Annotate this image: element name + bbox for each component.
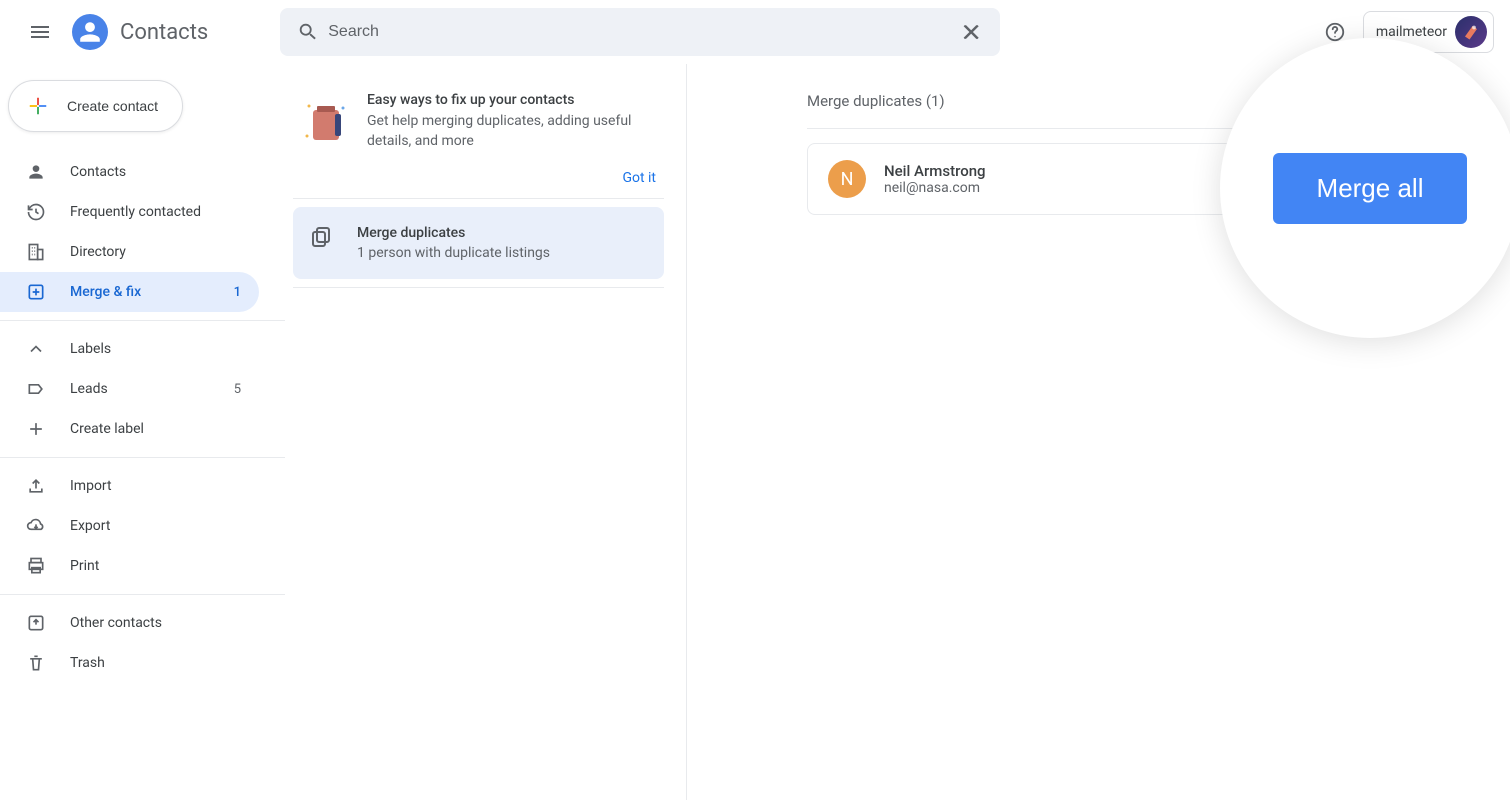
- sidebar-label: Print: [70, 558, 99, 574]
- create-contact-label: Create contact: [67, 98, 158, 114]
- sidebar-item-frequently[interactable]: Frequently contacted: [0, 192, 259, 232]
- search-input[interactable]: [328, 23, 952, 41]
- suggestion-subtitle: Get help merging duplicates, adding usef…: [367, 112, 656, 151]
- sidebar-label: Export: [70, 518, 110, 534]
- search-icon: [288, 12, 328, 52]
- sidebar-label: Trash: [70, 655, 105, 671]
- search-clear-button[interactable]: [952, 12, 992, 52]
- print-icon: [26, 556, 46, 576]
- sidebar-label: Import: [70, 478, 112, 494]
- sidebar-item-export[interactable]: Export: [0, 506, 259, 546]
- sidebar-label: Directory: [70, 244, 126, 260]
- magnified-highlight: Merge all: [1220, 38, 1510, 338]
- search-bar[interactable]: [280, 8, 1000, 56]
- cloud-download-icon: [26, 516, 46, 536]
- sidebar: Create contact Contacts Frequently conta…: [0, 64, 285, 800]
- sidebar-item-trash[interactable]: Trash: [0, 643, 259, 683]
- suggestion-illustration: [301, 98, 349, 146]
- merge-card-subtitle: 1 person with duplicate listings: [357, 245, 550, 261]
- sidebar-item-other-contacts[interactable]: Other contacts: [0, 603, 259, 643]
- building-icon: [26, 242, 46, 262]
- suggestions-column: Easy ways to fix up your contacts Get he…: [285, 64, 687, 800]
- sidebar-labels-header[interactable]: Labels: [0, 329, 259, 369]
- upload-icon: [26, 476, 46, 496]
- chevron-up-icon: [26, 339, 46, 359]
- hamburger-icon: [28, 20, 52, 44]
- main-menu-button[interactable]: [16, 8, 64, 56]
- merge-all-button[interactable]: Merge all: [1273, 153, 1468, 224]
- plus-icon: [27, 95, 49, 117]
- plus-small-icon: [26, 419, 46, 439]
- sidebar-item-print[interactable]: Print: [0, 546, 259, 586]
- suggestion-banner: Easy ways to fix up your contacts Get he…: [293, 80, 664, 199]
- person-icon: [26, 162, 46, 182]
- sidebar-label: Leads: [70, 381, 108, 397]
- account-label: mailmeteor: [1376, 24, 1447, 40]
- merge-card-title: Merge duplicates: [357, 225, 550, 241]
- sidebar-label: Other contacts: [70, 615, 162, 631]
- create-contact-button[interactable]: Create contact: [8, 80, 183, 132]
- merge-fix-icon: [26, 282, 46, 302]
- sidebar-item-import[interactable]: Import: [0, 466, 259, 506]
- sidebar-item-leads[interactable]: Leads 5: [0, 369, 259, 409]
- app-logo: [72, 14, 108, 50]
- sidebar-item-create-label[interactable]: Create label: [0, 409, 259, 449]
- duplicates-icon: [309, 225, 333, 249]
- history-icon: [26, 202, 46, 222]
- account-avatar: [1455, 16, 1487, 48]
- merge-duplicates-card[interactable]: Merge duplicates 1 person with duplicate…: [293, 207, 664, 279]
- avatar-primary: N: [828, 160, 866, 198]
- trash-icon: [26, 653, 46, 673]
- sidebar-label: Contacts: [70, 164, 126, 180]
- app-title: Contacts: [120, 20, 208, 45]
- sidebar-item-contacts[interactable]: Contacts: [0, 152, 259, 192]
- sidebar-count: 5: [234, 382, 241, 397]
- label-icon: [26, 379, 46, 399]
- sidebar-label: Create label: [70, 421, 144, 437]
- archive-icon: [26, 613, 46, 633]
- sidebar-item-merge-fix[interactable]: Merge & fix 1: [0, 272, 259, 312]
- sidebar-label: Merge & fix: [70, 284, 141, 300]
- sidebar-count: 1: [234, 285, 241, 300]
- got-it-button[interactable]: Got it: [622, 170, 656, 186]
- sidebar-label: Frequently contacted: [70, 204, 201, 220]
- detail-column: Merge duplicates (1) N Neil Armstrong ne…: [687, 64, 1510, 800]
- sidebar-item-directory[interactable]: Directory: [0, 232, 259, 272]
- close-icon: [961, 21, 983, 43]
- sidebar-label: Labels: [70, 341, 111, 357]
- suggestion-title: Easy ways to fix up your contacts: [367, 92, 656, 108]
